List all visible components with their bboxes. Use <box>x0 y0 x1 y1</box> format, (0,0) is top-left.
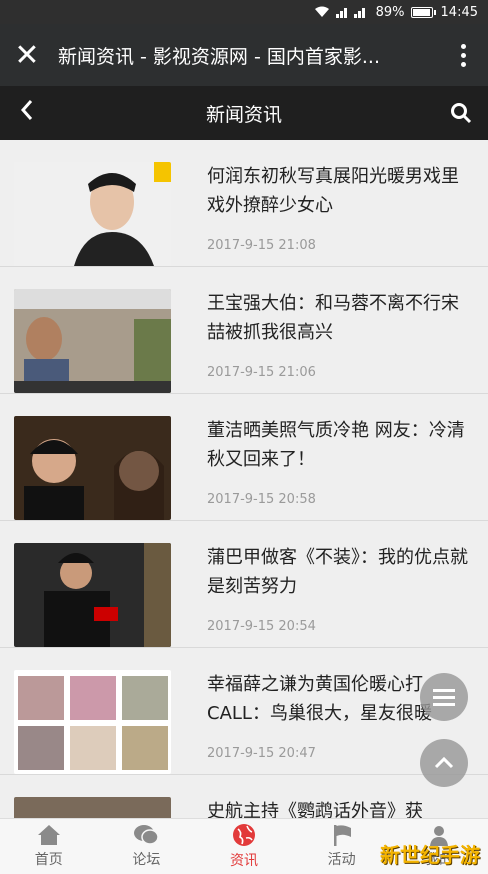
close-button[interactable]: ✕ <box>0 38 54 73</box>
article-item[interactable]: 蒲巴甲做客《不装》：我的优点就是刻苦努力 2017-9-15 20:54 <box>0 521 488 648</box>
article-date: 2017-9-15 20:58 <box>207 492 316 507</box>
tab-label: 活动 <box>327 852 356 868</box>
article-item[interactable]: 何润东初秋写真展阳光暖男戏里戏外撩醉少女心 2017-9-15 21:08 <box>0 140 488 267</box>
article-date: 2017-9-15 20:54 <box>207 619 316 634</box>
battery-icon <box>410 6 436 18</box>
article-item[interactable]: 史航主持《鹦鹉话外音》获 <box>0 775 488 818</box>
article-thumbnail <box>14 289 171 393</box>
watermark-logo: 新世纪手游 <box>380 843 480 867</box>
article-thumbnail <box>14 797 171 818</box>
tab-news[interactable]: 资讯 <box>195 819 293 874</box>
globe-icon <box>232 824 255 846</box>
menu-icon <box>433 689 455 706</box>
article-title[interactable]: 王宝强大伯：和马蓉不离不行宋喆被抓我很高兴 <box>207 289 474 347</box>
article-item[interactable]: 王宝强大伯：和马蓉不离不行宋喆被抓我很高兴 2017-9-15 21:06 <box>0 267 488 394</box>
battery-fill <box>412 8 431 16</box>
back-button[interactable] <box>0 98 54 128</box>
article-title[interactable]: 蒲巴甲做客《不装》：我的优点就是刻苦努力 <box>207 543 474 601</box>
tab-events[interactable]: 活动 <box>293 819 391 874</box>
tab-label: 资讯 <box>229 853 258 869</box>
page-title: 新闻资讯 <box>205 103 282 126</box>
more-menu-icon[interactable] <box>438 43 488 67</box>
search-button[interactable] <box>434 102 488 124</box>
article-thumbnail <box>14 416 171 520</box>
article-thumbnail <box>14 670 171 774</box>
article-thumbnail <box>14 543 171 647</box>
scroll-top-button[interactable] <box>420 739 468 787</box>
article-thumbnail <box>14 162 171 266</box>
chevron-up-icon <box>434 757 454 769</box>
home-icon <box>37 825 60 845</box>
chevron-left-icon <box>20 100 33 120</box>
clock: 14:45 <box>440 4 478 20</box>
app-title: 新闻资讯 - 影视资源网 - 国内首家影... <box>58 45 380 68</box>
article-date: 2017-9-15 21:06 <box>207 365 316 380</box>
chat-icon <box>134 825 160 845</box>
tab-label: 论坛 <box>132 852 161 868</box>
article-title[interactable]: 董洁晒美照气质冷艳 网友：冷清秋又回来了！ <box>207 416 474 474</box>
article-title[interactable]: 史航主持《鹦鹉话外音》获 <box>207 797 474 818</box>
article-list[interactable]: 何润东初秋写真展阳光暖男戏里戏外撩醉少女心 2017-9-15 21:08 王宝强… <box>0 140 488 818</box>
article-title[interactable]: 何润东初秋写真展阳光暖男戏里戏外撩醉少女心 <box>207 162 474 220</box>
article-item[interactable]: 幸福薛之谦为黄国伦暖心打CALL：鸟巢很大，星友很暖 2017-9-15 20:4… <box>0 648 488 775</box>
signal-icon <box>335 8 365 18</box>
wifi-icon <box>314 6 329 17</box>
menu-fab[interactable] <box>420 673 468 721</box>
tab-home[interactable]: 首页 <box>0 819 98 874</box>
battery-percent: 89% <box>375 4 405 20</box>
flag-icon <box>333 825 351 846</box>
search-icon <box>450 103 472 124</box>
nav-bar: 新闻资讯 <box>0 86 488 140</box>
tab-label: 首页 <box>34 852 63 868</box>
status-bar: 89% 14:45 <box>0 0 488 24</box>
article-item[interactable]: 董洁晒美照气质冷艳 网友：冷清秋又回来了！ 2017-9-15 20:58 <box>0 394 488 521</box>
app-bar: ✕ 新闻资讯 - 影视资源网 - 国内首家影... <box>0 24 488 86</box>
tab-forum[interactable]: 论坛 <box>98 819 196 874</box>
article-date: 2017-9-15 21:08 <box>207 238 316 253</box>
